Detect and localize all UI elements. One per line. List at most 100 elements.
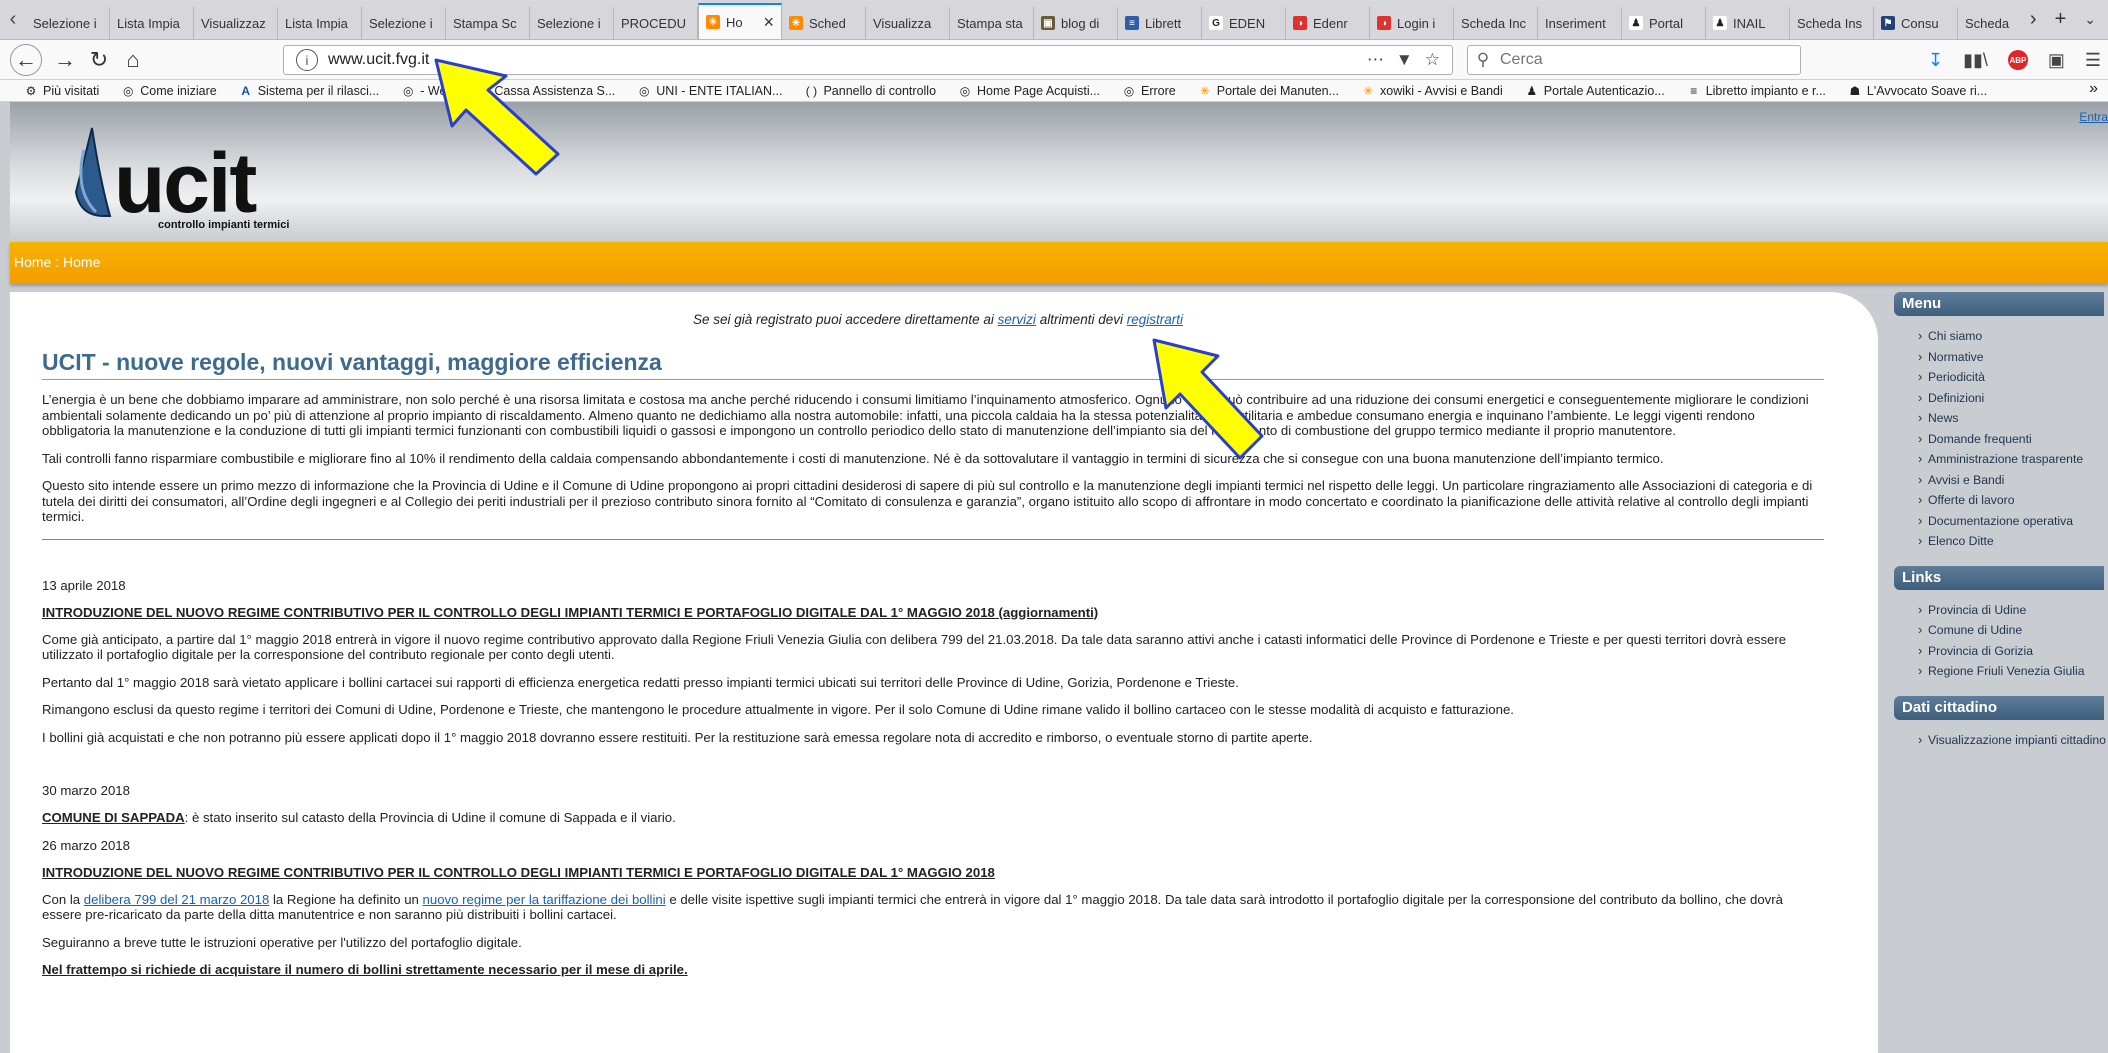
sidebar-menu-item[interactable]: Chi siamo — [1918, 326, 2108, 347]
forward-arrow-icon[interactable]: → — [48, 43, 82, 77]
web-page: ucit controllo impianti termici Entra Ho… — [0, 102, 2108, 1053]
sidebar-menu-item[interactable]: News — [1918, 408, 2108, 429]
bookmark-item[interactable]: ⚙ Più visitati — [24, 84, 100, 98]
browser-tab[interactable]: Stampa Sc — [446, 7, 530, 39]
news-paragraph: I bollini già acquistati e che non potra… — [42, 729, 1313, 745]
browser-tab[interactable]: ≡ Librett — [1118, 7, 1202, 39]
back-arrow-icon[interactable]: ← — [10, 43, 42, 76]
bookmark-item[interactable]: ◎ Home Page Acquisti... — [958, 84, 1100, 98]
tab-list-chevron-icon[interactable]: ⌄ — [2084, 11, 2096, 28]
browser-tab[interactable]: ✳ Sched — [782, 7, 866, 39]
servizi-link[interactable]: servizi — [998, 312, 1036, 327]
sidebar-link-item[interactable]: Regione Friuli Venezia Giulia — [1918, 661, 2108, 682]
content-area: Se sei già registrato puoi accedere dire… — [10, 292, 1878, 1053]
new-tab-icon[interactable]: + — [2055, 8, 2067, 31]
bookmark-item[interactable]: ♟ Portale Autenticazio... — [1525, 83, 1664, 98]
browser-tab[interactable]: Selezione i — [530, 7, 614, 39]
browser-tab[interactable]: ✳ Ho × — [698, 3, 782, 39]
browser-tab[interactable]: ◑ Edenr — [1286, 7, 1370, 39]
browser-tab[interactable]: Lista Impia — [278, 7, 362, 39]
search-bar[interactable]: ⚲ — [1467, 45, 1801, 75]
sidebar-link-item[interactable]: Provincia di Gorizia — [1918, 641, 2108, 662]
bookmark-item[interactable]: A Sistema per il rilasci... — [239, 83, 379, 98]
browser-tab[interactable]: Inseriment — [1538, 7, 1622, 39]
sidebar-menu-item[interactable]: Definizioni — [1918, 388, 2108, 409]
bookmark-item[interactable]: ◎ Errore — [1122, 84, 1176, 98]
browser-tab[interactable]: ♟ INAIL — [1706, 7, 1790, 39]
sidebar-menu-item[interactable]: Normative — [1918, 347, 2108, 368]
sidebar-menu-item[interactable]: Domande frequenti — [1918, 429, 2108, 450]
enter-link[interactable]: Entra — [2079, 110, 2108, 124]
tab-scroll-left-icon[interactable]: ‹ — [0, 0, 26, 39]
browser-tab[interactable]: Lista Impia — [110, 7, 194, 39]
bookmark-item[interactable]: ≡ Libretto impianto e r... — [1687, 84, 1826, 98]
browser-tab[interactable]: Selezione i — [26, 7, 110, 39]
a-icon: A — [241, 83, 251, 98]
news-headline: INTRODUZIONE DEL NUOVO REGIME CONTRIBUTI… — [42, 864, 995, 880]
bookmark-item[interactable]: ( ) Pannello di controllo — [804, 84, 936, 98]
pocket-icon[interactable]: ▼ — [1396, 50, 1413, 70]
bookmark-item[interactable]: ✳ Portale dei Manuten... — [1198, 84, 1339, 98]
orange-logo-icon: ✳ — [706, 15, 720, 29]
page-actions-icon[interactable]: ⋯ — [1367, 50, 1384, 70]
tab-label: Sched — [809, 15, 846, 31]
sidebar-menu-item[interactable]: Avvisi e Bandi — [1918, 470, 2108, 491]
bookmark-item[interactable]: ☗ L'Avvocato Soave ri... — [1848, 84, 1988, 98]
tab-label: Visualizzaz — [201, 15, 266, 31]
bookmark-item[interactable]: ◎ UNI - ENTE ITALIAN... — [637, 84, 782, 98]
hamburger-menu-icon[interactable]: ☰ — [2085, 50, 2101, 71]
sidebar-menu-item[interactable]: Amministrazione trasparente — [1918, 449, 2108, 470]
sidebar-link-item[interactable]: Provincia di Udine — [1918, 600, 2108, 621]
library-icon[interactable]: ▮▮\ — [1963, 50, 1988, 71]
download-icon[interactable]: ↧ — [1928, 50, 1943, 71]
browser-tab[interactable]: ♟ Portal — [1622, 7, 1706, 39]
sidebar-menu-item[interactable]: Documentazione operativa — [1918, 511, 2108, 532]
news-date: 13 aprile 2018 — [42, 577, 126, 593]
browser-tab[interactable]: PROCEDU — [614, 7, 698, 39]
browser-tab[interactable]: Scheda — [1958, 7, 2018, 39]
browser-tab[interactable]: Visualizzaz — [194, 7, 278, 39]
browser-tab[interactable]: ⚑ Consu — [1874, 7, 1958, 39]
section-divider — [42, 538, 1824, 540]
adblock-icon[interactable]: ABP — [2007, 50, 2028, 70]
tariffazione-link[interactable]: nuovo regime per la tariffazione dei bol… — [423, 892, 666, 907]
main-column: Se sei già registrato puoi accedere dire… — [42, 292, 1834, 978]
search-input[interactable] — [1498, 50, 1800, 70]
sidebar-toggle-icon[interactable]: ▣ — [2048, 50, 2065, 71]
sidebar-cittadino-item[interactable]: Visualizzazione impianti cittadino — [1918, 730, 2108, 751]
annotation-arrow-registrarti — [1152, 338, 1264, 460]
sidebar-menu-item[interactable]: Periodicità — [1918, 367, 2108, 388]
bookmark-star-icon[interactable]: ☆ — [1425, 50, 1440, 70]
browser-tab[interactable]: Scheda Ins — [1790, 7, 1874, 39]
tab-scroll-right-icon[interactable]: › — [2030, 8, 2037, 31]
bookmarks-overflow-icon[interactable]: » — [2089, 80, 2098, 98]
browser-tab[interactable]: Selezione i — [362, 7, 446, 39]
browser-tab[interactable]: Visualizza — [866, 7, 950, 39]
browser-tab[interactable]: Stampa sta — [950, 7, 1034, 39]
bookmark-item[interactable]: ✳ xowiki - Avvisi e Bandi — [1361, 84, 1503, 98]
browser-tab[interactable]: Scheda Inc — [1454, 7, 1538, 39]
browser-tab[interactable]: G EDEN — [1202, 7, 1286, 39]
reload-icon[interactable]: ↻ — [82, 43, 116, 77]
tab-label: Ho — [726, 14, 743, 30]
browser-tab[interactable]: ◑ Login i — [1370, 7, 1454, 39]
bookmark-item[interactable]: ◎ Come iniziare — [121, 83, 217, 98]
tab-label: Lista Impia — [285, 15, 348, 31]
flag-icon: ⚑ — [1881, 16, 1895, 30]
toolbar-icons: ↧ ▮▮\ ABP ▣ ☰ — [1928, 40, 2101, 80]
browser-tab[interactable]: ▣ blog di — [1034, 7, 1118, 39]
breadcrumb-home[interactable]: Home — [14, 254, 51, 270]
person-icon: ♟ — [1526, 83, 1538, 98]
sidebar-link-item[interactable]: Comune di Udine — [1918, 620, 2108, 641]
bookmarks-toolbar: ⚙ Più visitati ◎ Come iniziare A Sistema per … — [0, 80, 2108, 102]
close-tab-icon[interactable]: × — [763, 12, 774, 33]
site-info-icon[interactable]: i — [296, 49, 318, 71]
sidebar-menu-item[interactable]: Elenco Ditte — [1918, 531, 2108, 552]
registrarti-link[interactable]: registrarti — [1127, 312, 1183, 327]
home-icon[interactable]: ⌂ — [116, 43, 150, 77]
delibera-link[interactable]: delibera 799 del 21 marzo 2018 — [84, 892, 270, 907]
sidebar-menu-item[interactable]: Offerte di lavoro — [1918, 490, 2108, 511]
globe-icon: ◎ — [123, 83, 134, 98]
sappada-text: : è stato inserito sul catasto della Pro… — [184, 810, 676, 825]
tab-label: Lista Impia — [117, 15, 180, 31]
